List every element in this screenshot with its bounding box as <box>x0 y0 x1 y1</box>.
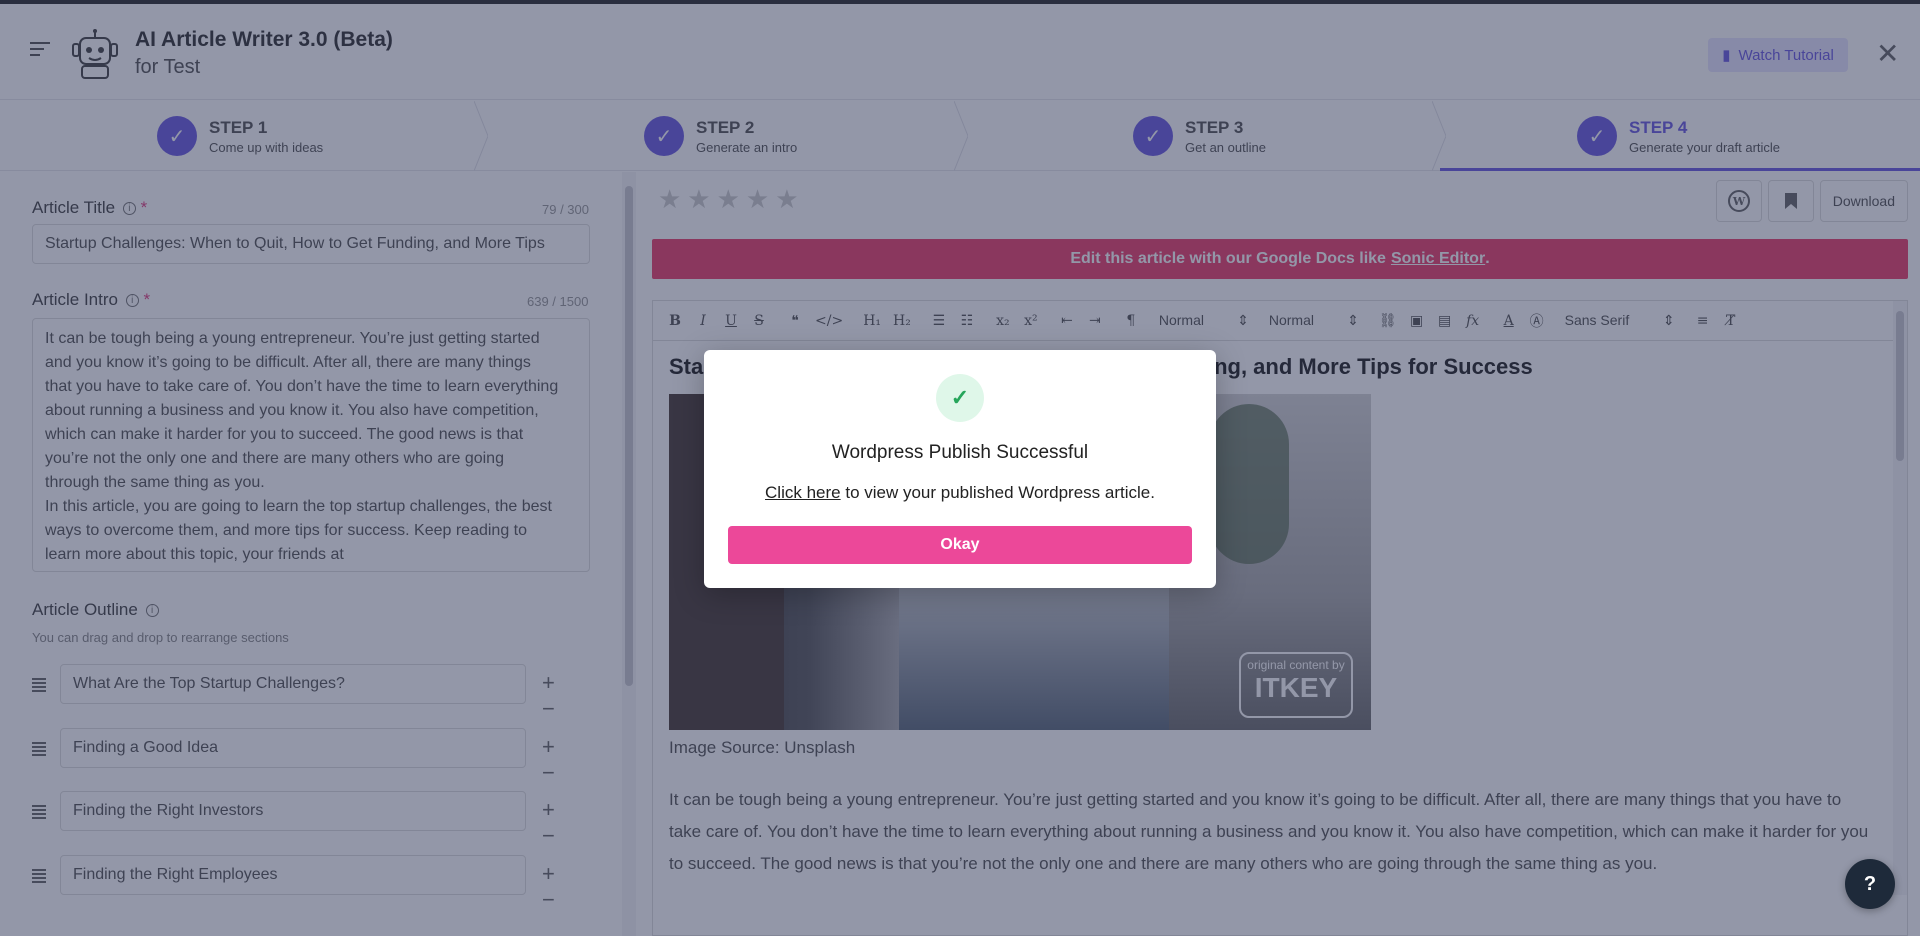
publish-success-modal: ✓ Wordpress Publish Successful Click her… <box>704 350 1216 588</box>
modal-body: Click here to view your published Wordpr… <box>704 483 1216 503</box>
modal-title: Wordpress Publish Successful <box>831 442 1089 463</box>
success-check-icon: ✓ <box>936 374 984 422</box>
view-article-link[interactable]: Click here <box>765 483 841 502</box>
modal-body-text: to view your published Wordpress article… <box>840 483 1155 502</box>
help-button[interactable]: ? <box>1845 859 1895 909</box>
okay-button[interactable]: Okay <box>728 526 1192 564</box>
